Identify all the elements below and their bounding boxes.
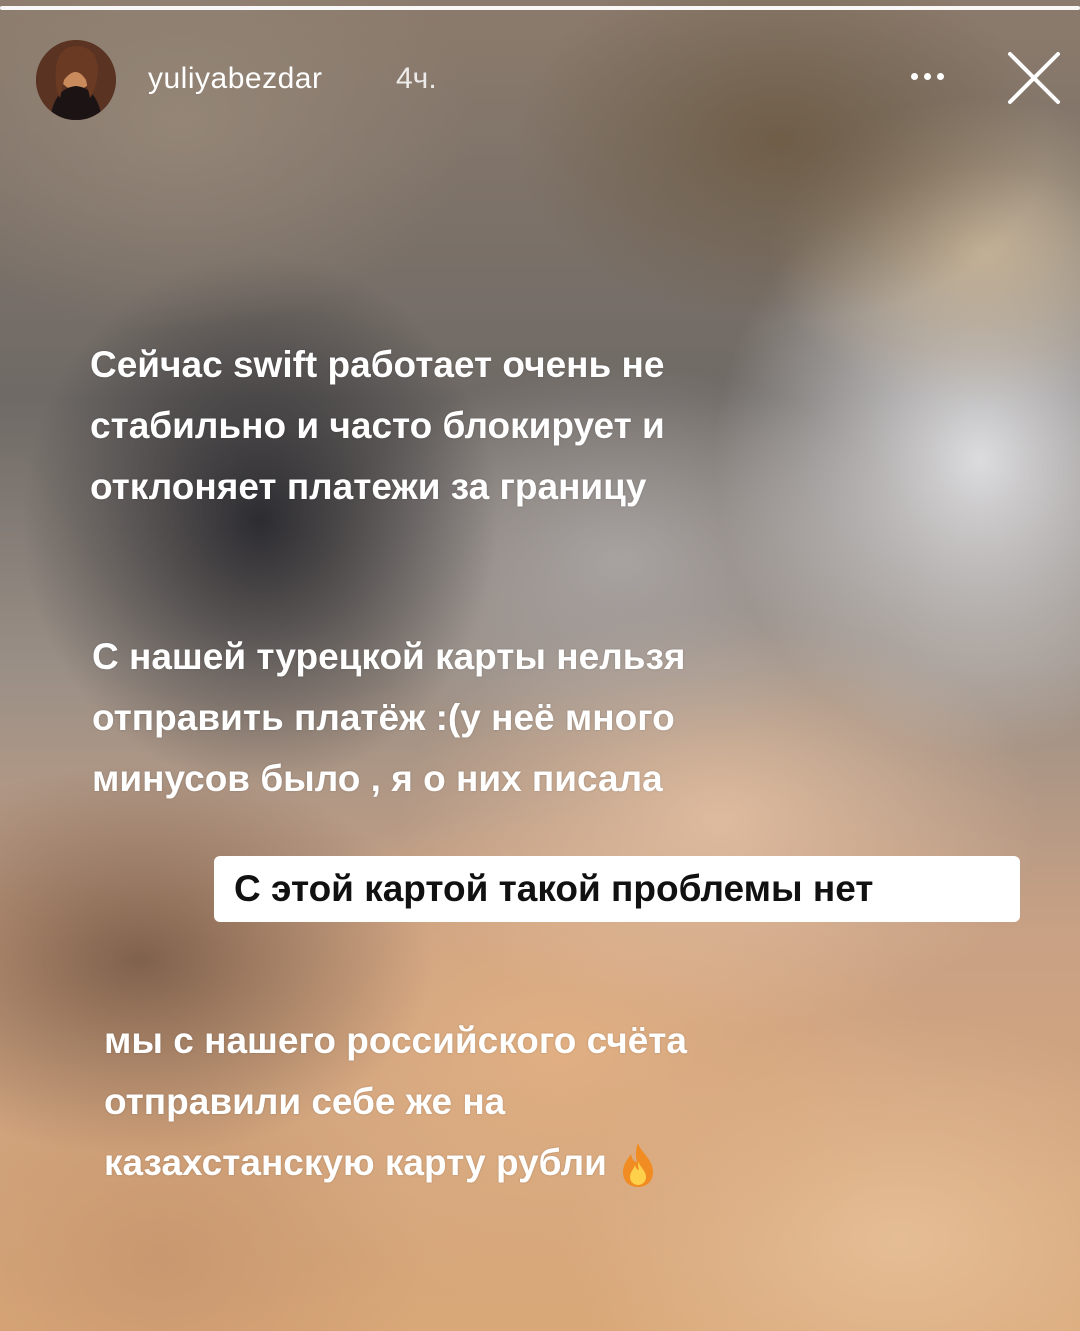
text-line: казахстанскую карту рубли [104, 1142, 607, 1183]
text-line: стабильно и часто блокирует и [90, 405, 665, 446]
avatar[interactable] [36, 40, 116, 120]
fire-icon [622, 1143, 653, 1188]
dot-icon [910, 72, 918, 80]
text-line: Сейчас swift работает очень не [90, 344, 665, 385]
text-line-with-emoji: казахстанскую карту рубли [104, 1132, 864, 1193]
story-text-block: Сейчас swift работает очень не стабильно… [90, 334, 850, 517]
text-line: отклоняет платежи за границу [90, 466, 647, 507]
avatar-photo [36, 40, 116, 120]
dot-icon [923, 72, 931, 80]
close-icon [1008, 52, 1060, 104]
story-progress-bar [0, 6, 1080, 12]
text-line: отправили себе же на [104, 1081, 506, 1122]
post-time: 4ч. [396, 62, 437, 95]
text-line: минусов было , я о них писала [92, 758, 663, 799]
more-options-button[interactable] [902, 62, 952, 90]
highlight-text: С этой картой такой проблемы нет [234, 868, 874, 909]
story-text-block: С нашей турецкой карты нельзя отправить … [92, 626, 852, 809]
progress-segment [0, 6, 1080, 10]
text-line: отправить платёж :(у неё много [92, 697, 675, 738]
username[interactable]: yuliyabezdar [148, 62, 322, 96]
text-line: С нашей турецкой карты нельзя [92, 636, 686, 677]
story-text-block: мы с нашего российского счёта отправили … [104, 1010, 864, 1193]
text-line: мы с нашего российского счёта [104, 1020, 688, 1061]
dot-icon [936, 72, 944, 80]
close-button[interactable] [1004, 48, 1064, 108]
highlight-label: С этой картой такой проблемы нет [214, 856, 1020, 922]
story-header: yuliyabezdar 4ч. [36, 40, 1066, 120]
